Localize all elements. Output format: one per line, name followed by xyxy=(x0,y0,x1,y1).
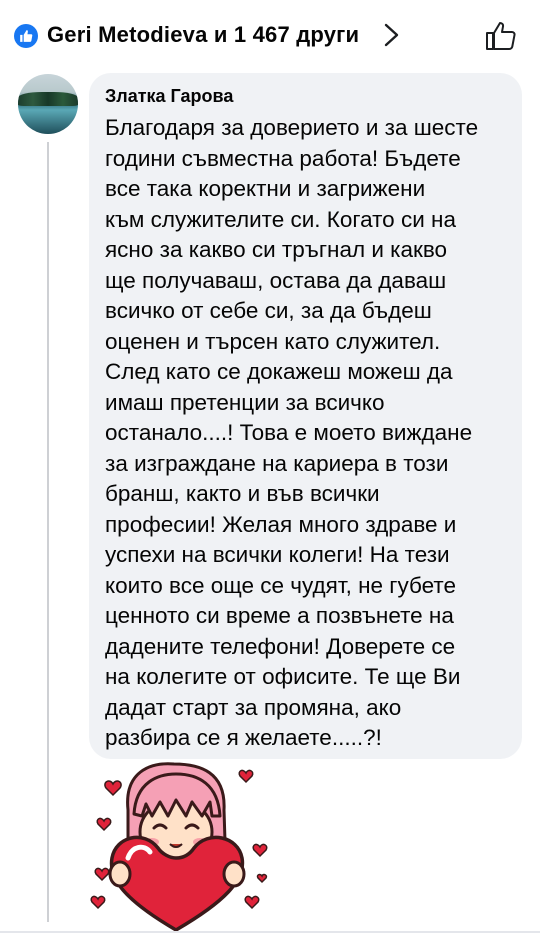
comment-line: на колегите от офисите. Те ще Ви xyxy=(105,664,461,689)
reactions-summary[interactable]: Geri Metodieva и 1 467 други xyxy=(47,22,359,48)
comment-line: успехи на всички колеги! На тези xyxy=(105,542,450,567)
comment-line: които все още се чудят, не губете xyxy=(105,572,456,598)
comment-line: ясно за какво си тръгнал и какво xyxy=(105,237,448,262)
comment-line: професии! Желая много здраве и xyxy=(105,511,457,537)
divider xyxy=(0,931,540,933)
thread-line xyxy=(47,142,49,922)
comment-line: всичко от себе си, за да бъдеш xyxy=(105,298,432,323)
avatar[interactable] xyxy=(18,74,78,134)
comment-line: все така коректни и загрижени xyxy=(105,176,426,201)
comment-line: останало....! Това е моето виждане xyxy=(105,420,473,445)
chevron-right-icon[interactable] xyxy=(381,22,403,48)
comment-line: ще получаваш, остава да даваш xyxy=(105,267,447,293)
comment-text: Благодаря за доверието и за шесте години… xyxy=(105,113,515,754)
like-icon xyxy=(14,24,38,48)
comment-line: оценен и търсен като служител. xyxy=(105,328,441,354)
avatar-landscape xyxy=(18,92,78,106)
comment-line: дадат старт за промяна, ако xyxy=(105,694,402,720)
thumbs-up-icon[interactable] xyxy=(484,20,518,52)
comment-line: дадените телефони! Доверете се xyxy=(105,633,456,659)
comment-line: към служителите си. Когато си на xyxy=(105,206,456,232)
comment-line: разбира се я желаете.....?! xyxy=(105,725,382,750)
reactions-bar[interactable]: Geri Metodieva и 1 467 други xyxy=(0,0,540,72)
comment-line: След като се докажеш можеш да xyxy=(105,359,453,384)
girl-heart-sticker[interactable] xyxy=(88,762,272,932)
comment-line: ценното си време а позвънете на xyxy=(105,603,454,628)
comment-line: бранш, както и във всички xyxy=(105,481,380,506)
comment-author[interactable]: Златка Гарова xyxy=(105,86,233,107)
comment-line: имаш претенции за всичко xyxy=(105,389,385,415)
comment-line: години съвместна работа! Бъдете xyxy=(105,145,461,171)
comment-line: за изграждане на кариера в този xyxy=(105,450,449,476)
comment-line: Благодаря за доверието и за шесте xyxy=(105,115,479,140)
